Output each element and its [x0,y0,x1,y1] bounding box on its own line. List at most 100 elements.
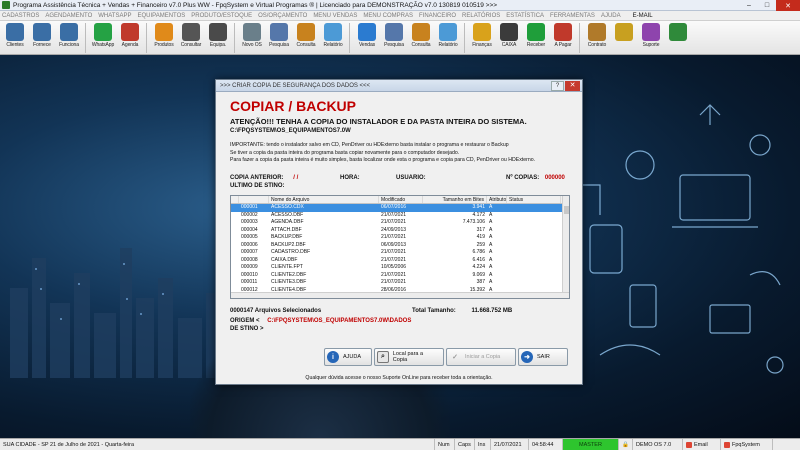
column-header[interactable] [231,196,239,203]
toolbar-button[interactable]: Finanças [469,23,495,53]
menu-item[interactable]: AJUDA [601,13,621,19]
table-cell: 000008 [241,256,258,263]
files-table[interactable]: Nome do Arquivo Modificado Tamanho em Bite… [230,195,570,299]
toolbar-button-label: Consulta [411,42,431,48]
minimize-icon[interactable]: – [740,0,758,11]
toolbar-button[interactable]: Consulta [408,23,434,53]
menu-item[interactable]: EQUIPAMENTOS [137,13,185,19]
toolbar-button[interactable]: Contrato [584,23,610,53]
table-cell: 000002 [241,211,258,218]
toolbar-button[interactable]: Consulta [293,23,319,53]
products-icon [155,23,173,41]
menu-item[interactable]: OS/ORÇAMENTO [258,13,307,19]
table-row[interactable]: 000005 BACKUP.DBF 21/07/2021 419 A [231,234,569,242]
toolbar-button[interactable]: Equipa. [205,23,231,53]
column-header[interactable]: Status [507,196,561,203]
column-header[interactable]: Modificado [379,196,423,203]
toolbar-button[interactable] [665,23,691,53]
menu-item[interactable]: FINANCEIRO [419,13,456,19]
vertical-scrollbar[interactable] [562,196,569,298]
table-cell: 06/09/2013 [381,241,407,248]
toolbar-button[interactable]: WhatsApp [90,23,116,53]
toolbar-button[interactable]: Fornece [29,23,55,53]
table-cell: CLIENTE2.DBF [271,271,307,278]
toolbar-button[interactable]: Agenda [117,23,143,53]
toolbar-button[interactable]: Pesquisa [381,23,407,53]
table-row[interactable]: 000010 CLIENTE2.DBF 21/07/2021 9.069 A [231,272,569,280]
table-row[interactable]: 000011 CLIENTE3.DBF 21/07/2021 387 A [231,279,569,287]
toolbar-button[interactable]: CAIXA [496,23,522,53]
maximize-icon[interactable]: □ [758,0,776,11]
toolbar-button[interactable]: A Pagar [550,23,576,53]
row-marker [231,242,239,250]
table-row[interactable]: 000001 ACESSO.CDX 06/07/2016 3.941 A [231,204,569,212]
menu-item[interactable]: WHATSAPP [98,13,131,19]
copia-anterior-label: COPIA ANTERIOR: [230,175,284,181]
menu-item[interactable]: ESTATÍSTICA [506,13,544,19]
table-cell [507,272,561,280]
toolbar-button[interactable]: Consultar [178,23,204,53]
sair-button[interactable]: ➜ SAIR [518,348,568,366]
close-icon[interactable]: ✕ [776,0,800,11]
report-icon [324,23,342,41]
calendar-icon [121,23,139,41]
table-cell: 21/07/2021 [381,256,407,263]
ultimo-destino-label: ULTIMO DE STINO: [230,183,285,189]
column-header[interactable]: Tamanho em Bites [423,196,487,203]
table-cell: ACESSO.CDX [271,204,304,210]
info-line: IMPORTANTE: tendo o instalador salvo em … [230,142,509,148]
status-email[interactable]: Email [683,439,721,450]
horizontal-scrollbar[interactable] [231,292,569,298]
menu-item[interactable]: MENU VENDAS [313,13,357,19]
menu-item[interactable]: FERRAMENTAS [550,13,595,19]
menu-item[interactable]: CADASTROS [2,13,39,19]
dialog-close-icon[interactable]: ✕ [565,81,580,91]
toolbar-button[interactable]: Vendas [354,23,380,53]
table-cell: ACESSO.DBF [271,211,304,218]
table-cell: CLIENTE.FPT [271,264,303,270]
table-row[interactable]: 000007 CADASTRO.DBF 21/07/2021 6.786 A [231,249,569,257]
toolbar-button-label: Contrato [587,42,607,48]
column-header[interactable] [239,196,269,203]
n-copias: Nº COPIAS: 000000 [506,175,565,181]
status-master: MASTER [563,439,619,450]
table-body: 000001 ACESSO.CDX 06/07/2016 3.941 A 000002 AC… [231,204,569,298]
n-copias-value: 000000 [544,175,565,181]
menu-item[interactable]: MENU COMPRAS [363,13,413,19]
column-header[interactable]: Atributo [487,196,507,203]
table-cell: 21/07/2021 [381,271,407,278]
table-cell: 387 [476,279,485,285]
toolbar-button[interactable]: Suporte [638,23,664,53]
table-row[interactable]: 000003 AGENDA.DBF 21/07/2021 7.473.106 A [231,219,569,227]
toolbar-button[interactable] [611,23,637,53]
toolbar-button[interactable]: Pesquisa [266,23,292,53]
table-row[interactable]: 000002 ACESSO.DBF 21/07/2021 4.172 A [231,212,569,220]
toolbar-button-label: Pesquisa [384,42,404,48]
toolbar-button[interactable]: Receber [523,23,549,53]
toolbar-button[interactable]: Produtos [151,23,177,53]
iniciar-copia-button[interactable]: ✓ Iniciar a Copia [446,348,516,366]
scroll-thumb[interactable] [564,206,569,214]
toolbar-button[interactable]: Clientes [2,23,28,53]
ajuda-button[interactable]: i AJUDA [324,348,372,366]
table-row[interactable]: 000006 BACKUP2.DBF 06/09/2013 259 A [231,242,569,250]
column-header[interactable]: Nome do Arquivo [269,196,379,203]
help-icon[interactable]: ? [551,81,564,91]
menu-item[interactable]: RELATÓRIOS [462,13,500,19]
local-copia-button[interactable]: ⌕ Local para a Copia [374,348,444,366]
table-row[interactable]: 000009 CLIENTE.FPT 10/05/2006 4.224 A [231,264,569,272]
row-marker [231,257,239,265]
menu-item[interactable]: AGENDAMENTO [45,13,92,19]
contract-icon [588,23,606,41]
toolbar-button[interactable]: Relatório [435,23,461,53]
table-row[interactable]: 000004 ATTACH.DBF 24/09/2013 317 A [231,227,569,235]
table-cell: BACKUP2.DBF [271,241,306,248]
menu-item[interactable]: PRODUTO/ESTOQUE [191,13,252,19]
equipment-icon [209,23,227,41]
toolbar-button[interactable]: Funciona [56,23,82,53]
table-cell: 21/07/2021 [381,249,407,255]
toolbar-button[interactable]: Novo OS [239,23,265,53]
menu-item[interactable]: E-MAIL [633,13,653,19]
toolbar-button[interactable]: Relatório [320,23,346,53]
table-row[interactable]: 000008 CAIXA.DBF 21/07/2021 6.416 A [231,257,569,265]
